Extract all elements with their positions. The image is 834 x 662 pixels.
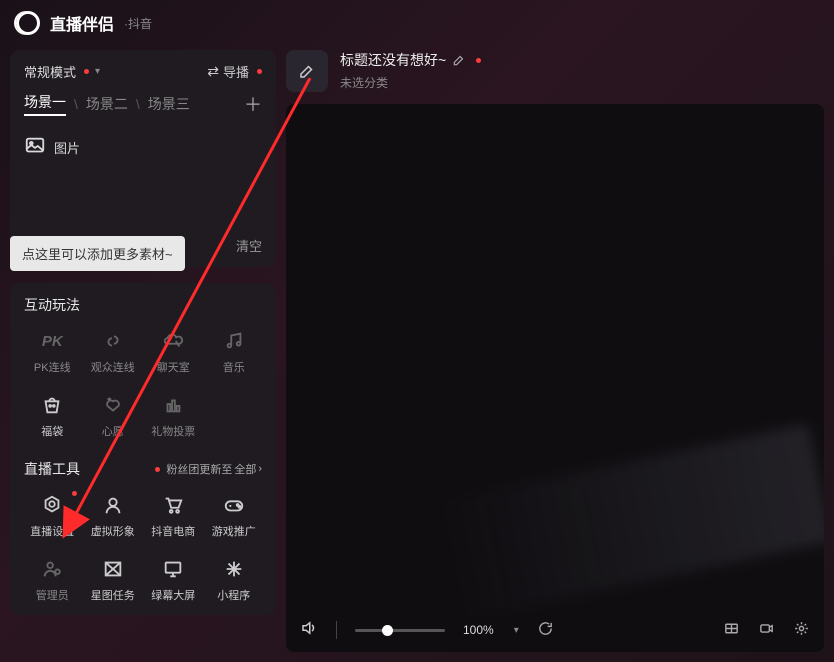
chevron-down-icon: ▾ (95, 66, 100, 77)
scene-tab-1[interactable]: 场景一 (24, 92, 66, 116)
mode-label: 常规模式 (24, 62, 76, 81)
gamepad-icon (223, 493, 245, 517)
swap-icon: ⇄ (207, 63, 219, 80)
grid-icon[interactable] (723, 620, 740, 641)
import-button[interactable]: ⇄ 导播 (207, 62, 262, 81)
camera-icon[interactable] (758, 620, 775, 641)
zoom-chevron-icon[interactable]: ▾ (514, 625, 519, 636)
add-scene-button[interactable]: ＋ (244, 91, 262, 117)
image-source-label: 图片 (54, 138, 80, 157)
tool-miniapp[interactable]: 小程序 (206, 557, 263, 603)
interactive-item-wish[interactable]: 心愿 (85, 393, 142, 439)
import-indicator-dot (257, 69, 262, 74)
vote-icon (162, 393, 184, 417)
interactive-item-vote[interactable]: 礼物投票 (145, 393, 202, 439)
import-label: 导播 (223, 62, 249, 81)
cloud-icon (162, 329, 184, 353)
screen-icon (162, 557, 184, 581)
app-subtitle: ·抖音 (124, 15, 152, 32)
zoom-value: 100% (463, 623, 494, 637)
volume-icon[interactable] (300, 619, 318, 642)
interactive-item-chatroom[interactable]: 聊天室 (145, 329, 202, 375)
preview-content (436, 424, 824, 620)
link-icon (102, 329, 124, 353)
gear-icon (41, 493, 63, 517)
clear-button[interactable]: 清空 (236, 236, 262, 255)
settings-icon[interactable] (793, 620, 810, 641)
miniapp-icon (223, 557, 245, 581)
tool-game-promo[interactable]: 游戏推广 (206, 493, 263, 539)
scene-tab-3[interactable]: 场景三 (148, 94, 190, 114)
interactive-item-music[interactable]: 音乐 (206, 329, 263, 375)
add-source-tooltip: 点这里可以添加更多素材~ (10, 236, 185, 271)
tool-ecommerce[interactable]: 抖音电商 (145, 493, 202, 539)
interactive-item-bag[interactable]: 福袋 (24, 393, 81, 439)
tool-virtual-avatar[interactable]: 虚拟形象 (85, 493, 142, 539)
interactive-title: 互动玩法 (24, 295, 262, 315)
sidebar: 常规模式 ▾ ⇄ 导播 场景一 \ 场景二 \ 场景三 ＋ 图片 (10, 50, 276, 615)
refresh-icon[interactable] (537, 620, 554, 641)
zoom-slider[interactable] (355, 629, 445, 632)
preview-toolbar: 100% ▾ (286, 608, 824, 652)
interactive-panel: 互动玩法 PK PK连线 观众连线 聊天室 (10, 283, 276, 615)
avatar-icon (102, 493, 124, 517)
fans-update-link[interactable]: 粉丝团更新至 全部 › (151, 461, 262, 477)
wish-icon (102, 393, 124, 417)
image-source-item[interactable]: 图片 (24, 127, 262, 160)
stream-title[interactable]: 标题还没有想好~ (340, 50, 446, 70)
slider-thumb[interactable] (382, 625, 393, 636)
update-dot (155, 467, 160, 472)
task-icon (102, 557, 124, 581)
tool-admin[interactable]: 管理员 (24, 557, 81, 603)
image-icon (24, 135, 46, 160)
edit-icon[interactable] (452, 53, 466, 67)
chevron-right-icon: › (258, 463, 262, 475)
admin-icon (41, 557, 63, 581)
pencil-icon (298, 62, 316, 80)
app-title: 直播伴侣 (50, 11, 114, 35)
scene-tab-2[interactable]: 场景二 (86, 94, 128, 114)
interactive-item-audience[interactable]: 观众连线 (85, 329, 142, 375)
mode-indicator-dot (84, 69, 89, 74)
tool-greenscreen[interactable]: 绿幕大屏 (145, 557, 202, 603)
tool-live-settings[interactable]: 直播设置 (24, 493, 81, 539)
title-dot (476, 58, 481, 63)
pk-icon: PK (42, 329, 63, 353)
music-icon (223, 329, 245, 353)
edit-title-button[interactable] (286, 50, 328, 92)
logo-icon (16, 11, 40, 35)
content-area: 标题还没有想好~ 未选分类 100% ▾ (286, 50, 824, 652)
category-label[interactable]: 未选分类 (340, 74, 481, 91)
interactive-item-pk[interactable]: PK PK连线 (24, 329, 81, 375)
tool-star-task[interactable]: 星图任务 (85, 557, 142, 603)
preview-area[interactable]: 100% ▾ (286, 104, 824, 652)
toolbar-divider (336, 621, 337, 639)
app-header: 直播伴侣 ·抖音 (0, 0, 834, 46)
tools-title: 直播工具 (24, 459, 80, 479)
bag-icon (41, 393, 63, 417)
cart-icon (162, 493, 184, 517)
mode-selector[interactable]: 常规模式 ▾ (24, 62, 100, 81)
scene-panel: 常规模式 ▾ ⇄ 导播 场景一 \ 场景二 \ 场景三 ＋ 图片 (10, 50, 276, 267)
